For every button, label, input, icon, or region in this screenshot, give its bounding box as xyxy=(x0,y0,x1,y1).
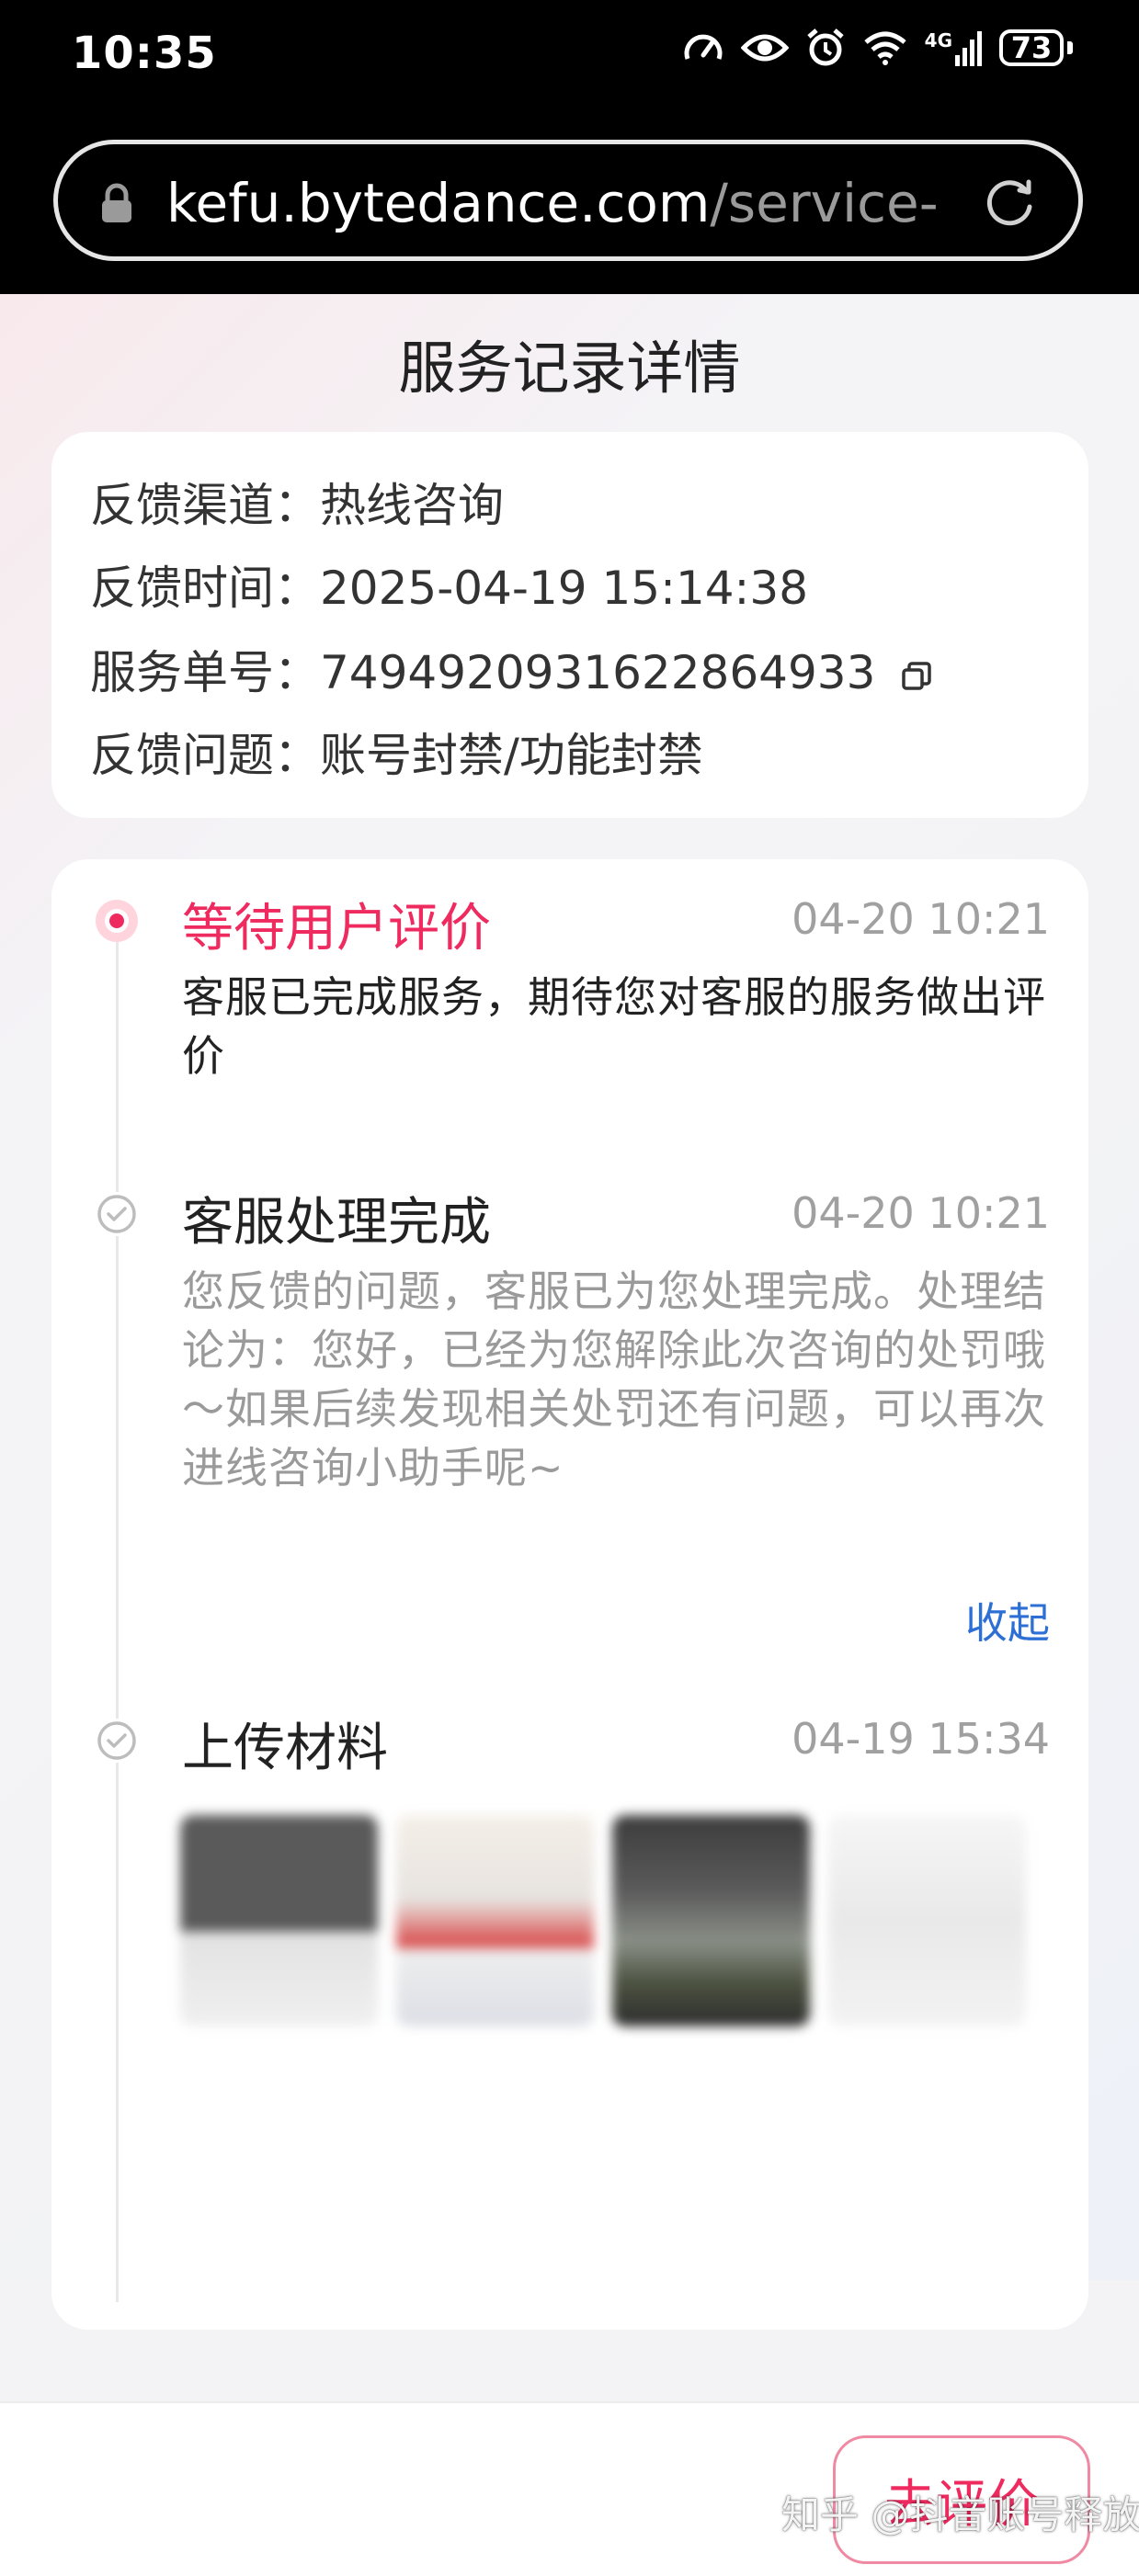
signal-4g: 4G xyxy=(925,29,983,66)
status-icons: 4G 73 xyxy=(682,28,1073,68)
address-bar[interactable]: kefu.bytedance.com/service- xyxy=(53,140,1083,261)
signal-icon xyxy=(955,31,982,66)
material-thumbnail[interactable] xyxy=(396,1815,594,2026)
timeline-desc: 客服已完成服务，期待您对客服的服务做出评价 xyxy=(182,972,1046,1081)
channel-value: 热线咨询 xyxy=(320,479,504,532)
timeline-title: 上传材料 xyxy=(182,1719,388,1778)
wifi-icon xyxy=(864,31,906,65)
status-time: 10:35 xyxy=(72,28,217,79)
info-row-channel: 反馈渠道：热线咨询 xyxy=(90,469,504,535)
info-row-order: 服务单号：7494920931622864933 xyxy=(90,636,932,702)
order-label: 服务单号： xyxy=(90,646,320,699)
collapse-link[interactable]: 收起 xyxy=(965,1590,1050,1651)
issue-label: 反馈问题： xyxy=(90,729,320,782)
timeline-time: 04-20 10:21 xyxy=(792,1188,1050,1238)
bottom-bar: 去评价 知乎 @抖音账号释放 xyxy=(0,2401,1139,2576)
check-circle-icon xyxy=(95,1192,139,1236)
speedometer-icon xyxy=(684,34,723,60)
battery-level: 73 xyxy=(1010,30,1053,65)
status-bar: 10:35 4G 73 xyxy=(0,0,1139,115)
alarm-icon xyxy=(807,28,844,66)
uploaded-materials xyxy=(180,1815,1063,2026)
issue-value: 账号封禁/功能封禁 xyxy=(320,729,703,782)
timeline-time: 04-19 15:34 xyxy=(792,1714,1050,1764)
info-row-time: 反馈时间：2025-04-19 15:14:38 xyxy=(90,551,808,618)
timeline-dot-active xyxy=(96,900,138,942)
channel-label: 反馈渠道： xyxy=(90,479,320,532)
page-title: 服务记录详情 xyxy=(398,335,741,402)
info-row-issue: 反馈问题：账号封禁/功能封禁 xyxy=(90,719,703,785)
timeline-desc: 您反馈的问题，客服已为您处理完成。处理结论为：您好，已经为您解除此次咨询的处罚哦… xyxy=(182,1266,1046,1492)
time-label: 反馈时间： xyxy=(90,562,320,615)
battery-indicator: 73 xyxy=(999,29,1064,66)
time-value: 2025-04-19 15:14:38 xyxy=(320,562,809,615)
material-thumbnail[interactable] xyxy=(612,1815,810,2026)
timeline-card: 等待用户评价 04-20 10:21 客服已完成服务，期待您对客服的服务做出评价… xyxy=(51,859,1088,2330)
reload-icon[interactable] xyxy=(979,172,1040,233)
url-text[interactable]: kefu.bytedance.com/service- xyxy=(166,172,939,234)
url-path: /service- xyxy=(710,172,939,234)
material-thumbnail[interactable] xyxy=(180,1815,378,2026)
timeline-title: 客服处理完成 xyxy=(182,1193,491,1253)
page-content: 服务记录详情 反馈渠道：热线咨询 反馈时间：2025-04-19 15:14:3… xyxy=(0,294,1139,2576)
battery-cap xyxy=(1067,41,1073,54)
timeline-title: 等待用户评价 xyxy=(182,899,491,959)
timeline-time: 04-20 10:21 xyxy=(792,894,1050,944)
timeline-line xyxy=(116,924,119,2302)
network-type: 4G xyxy=(924,29,952,51)
check-circle-icon xyxy=(95,1719,139,1763)
material-thumbnail[interactable] xyxy=(828,1815,1026,2026)
copy-icon[interactable] xyxy=(901,661,932,692)
eye-icon xyxy=(740,34,789,62)
url-host: kefu.bytedance.com xyxy=(166,172,711,234)
order-value: 7494920931622864933 xyxy=(320,646,876,699)
browser-toolbar: kefu.bytedance.com/service- xyxy=(0,115,1139,294)
watermark: 知乎 @抖音账号释放 xyxy=(781,2492,1139,2537)
lock-icon xyxy=(102,183,131,222)
info-card: 反馈渠道：热线咨询 反馈时间：2025-04-19 15:14:38 服务单号：… xyxy=(51,432,1088,818)
